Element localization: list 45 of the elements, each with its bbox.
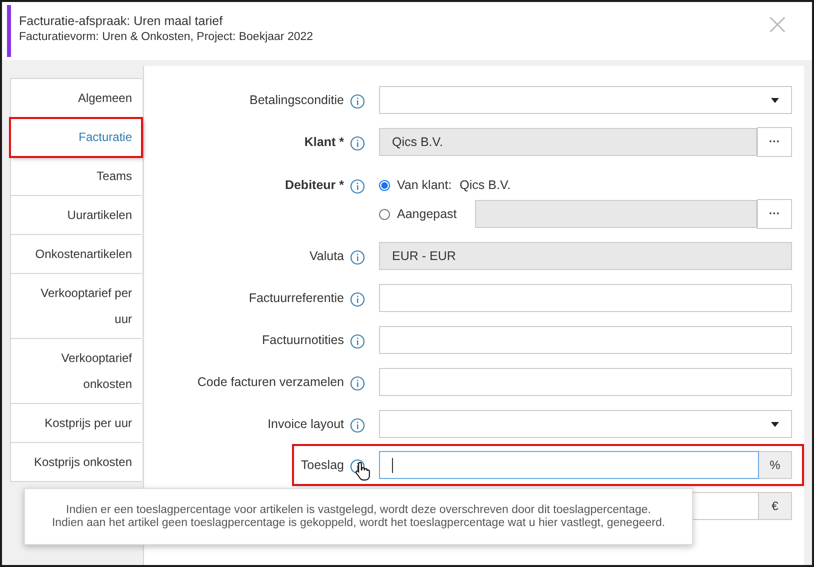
window-subtitle: Facturatievorm: Uren & Onkosten, Project: Boekjaar 2022 (19, 31, 314, 43)
unit-addon: € (759, 492, 792, 520)
info-icon[interactable] (350, 458, 365, 474)
customer-name: Qics B.V. (460, 178, 511, 192)
field-label: Klant * (304, 135, 344, 149)
sidebar-tab[interactable]: Kostprijs per uur (10, 404, 142, 443)
lookup-button[interactable]: ··· (757, 198, 792, 228)
input-field[interactable]: Qics B.V. (379, 128, 757, 156)
input-field[interactable] (379, 368, 792, 396)
text-cursor (392, 458, 393, 472)
input-field[interactable] (379, 284, 792, 312)
sidebar-tab[interactable]: Teams (10, 157, 142, 196)
tooltip-text: Indien aan het artikel geen toeslagpercentage is gekoppeld, wordt het toeslagpercentage wat u hier vastlegt, genegeerd. (52, 517, 666, 529)
sidebar-tab[interactable]: Onkostenartikelen (10, 235, 142, 274)
field-label: Valuta (309, 249, 344, 263)
sidebar-tab[interactable]: Verkooptarief per uur (10, 274, 142, 339)
field-label: Invoice layout (268, 417, 344, 431)
radio-label: Aangepast (397, 207, 457, 221)
field-label: Code facturen verzamelen (197, 375, 344, 389)
input-field[interactable] (474, 200, 757, 228)
sidebar-tab[interactable]: Algemeen (10, 78, 142, 118)
radio-button[interactable] (379, 208, 390, 220)
hand-cursor-icon (355, 461, 371, 481)
field-label: Factuurreferentie (248, 291, 344, 305)
field-label: Factuurnotities (262, 333, 344, 347)
input-field[interactable]: EUR - EUR (379, 242, 792, 270)
dropdown-field[interactable] (379, 410, 792, 438)
caret-icon (771, 422, 779, 426)
field-label: Toeslag (300, 458, 344, 472)
tooltip-text: Indien er een toeslagpercentage voor artikelen is vastgelegd, wordt deze overschreven door dit toeslagpercentage. (66, 504, 651, 516)
input-field[interactable] (379, 451, 759, 479)
radio-button[interactable] (379, 180, 390, 190)
sidebar-tab[interactable]: Verkooptarief onkosten (10, 339, 142, 404)
lookup-button[interactable]: ··· (757, 127, 792, 157)
sidebar-tab[interactable]: Kostprijs onkosten (10, 443, 142, 482)
sidebar-tab[interactable]: Facturatie (10, 118, 142, 157)
input-field[interactable] (379, 326, 792, 354)
caret-icon (771, 98, 779, 102)
radio-label: Van klant: (397, 178, 452, 192)
field-label: Debiteur * (284, 178, 344, 192)
sidebar-tab[interactable]: Uurartikelen (10, 196, 142, 235)
window-title: Facturatie-afspraak: Uren maal tarief (19, 14, 224, 28)
unit-addon: % (759, 451, 792, 479)
field-label: Betalingsconditie (249, 93, 344, 107)
dropdown-field[interactable] (379, 86, 792, 114)
